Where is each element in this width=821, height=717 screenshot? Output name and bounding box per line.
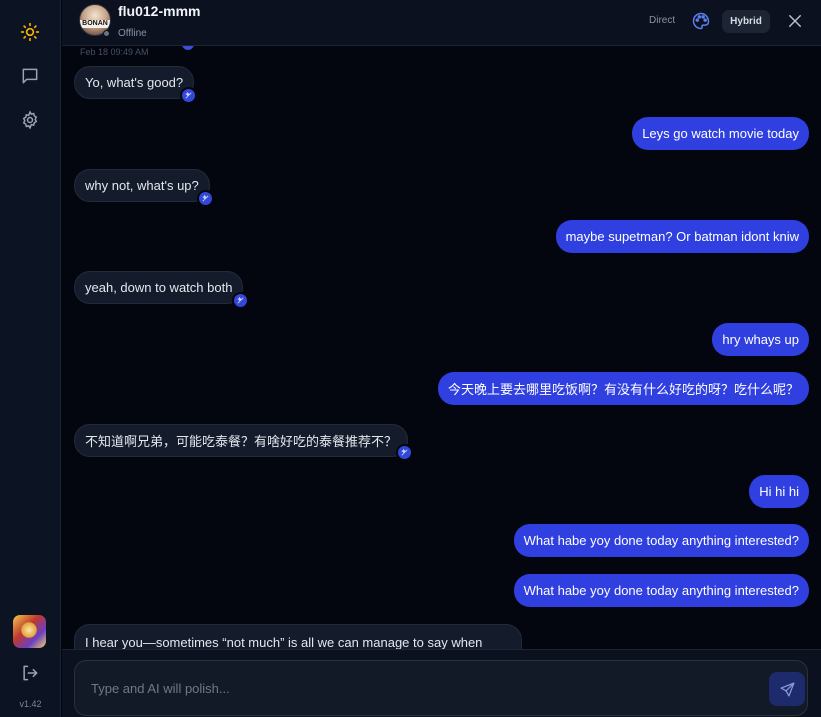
message-outgoing: hry whays up	[712, 323, 809, 356]
message-incoming: yeah, down to watch both	[74, 271, 244, 304]
message-timestamp: Feb 18 09:49 AM	[80, 47, 149, 57]
message-incoming: why not, what's up?	[74, 169, 210, 202]
message-outgoing: 今天晚上要去哪里吃饭啊？有没有什么好吃的呀？吃什么呢？	[437, 372, 809, 405]
message-outgoing: Hi hi hi	[749, 475, 809, 508]
close-icon[interactable]	[786, 12, 804, 30]
gear-icon[interactable]	[19, 109, 41, 131]
sidebar: v1.42	[0, 0, 61, 717]
contact-name: flu012-mmm	[118, 3, 201, 19]
avatar-text: BONAN	[80, 20, 110, 28]
palette-icon[interactable]	[691, 11, 711, 31]
composer	[74, 660, 808, 716]
message-input[interactable]	[91, 661, 751, 715]
status-dot	[103, 30, 110, 37]
ai-polish-icon	[197, 190, 214, 207]
message-incoming: 不知道啊兄弟，可能吃泰餐？有啥好吃的泰餐推荐不？	[74, 424, 409, 457]
message-outgoing: Leys go watch movie today	[632, 117, 809, 150]
message-incoming: I hear you—sometimes “not much” is all w…	[74, 624, 522, 649]
contact-status: Offline	[118, 28, 147, 39]
chat-header: BONAN flu012-mmm Offline Direct Hybrid	[62, 0, 821, 46]
mode-hybrid-button[interactable]: Hybrid	[722, 10, 770, 33]
sun-icon[interactable]	[19, 21, 41, 43]
send-icon	[779, 681, 795, 697]
message-incoming: Yo, what's good?	[74, 66, 195, 99]
send-button[interactable]	[769, 672, 805, 706]
message-list[interactable]: Feb 18 09:49 AM Yo, what's good? Leys go…	[62, 46, 821, 649]
ai-polish-badge	[180, 46, 196, 52]
version-label: v1.42	[19, 699, 42, 709]
chat-icon[interactable]	[19, 65, 41, 87]
ai-polish-icon	[396, 444, 413, 461]
message-outgoing: What habe yoy done today anything intere…	[513, 574, 809, 607]
logout-icon[interactable]	[19, 662, 41, 684]
ai-polish-icon	[180, 87, 197, 104]
message-outgoing: What habe yoy done today anything intere…	[513, 524, 809, 557]
mode-direct-button[interactable]: Direct	[649, 15, 675, 26]
user-avatar[interactable]	[13, 615, 46, 648]
composer-bar	[62, 649, 821, 717]
message-outgoing: maybe supetman? Or batman idont kniw	[555, 220, 809, 253]
ai-polish-icon	[232, 292, 249, 309]
